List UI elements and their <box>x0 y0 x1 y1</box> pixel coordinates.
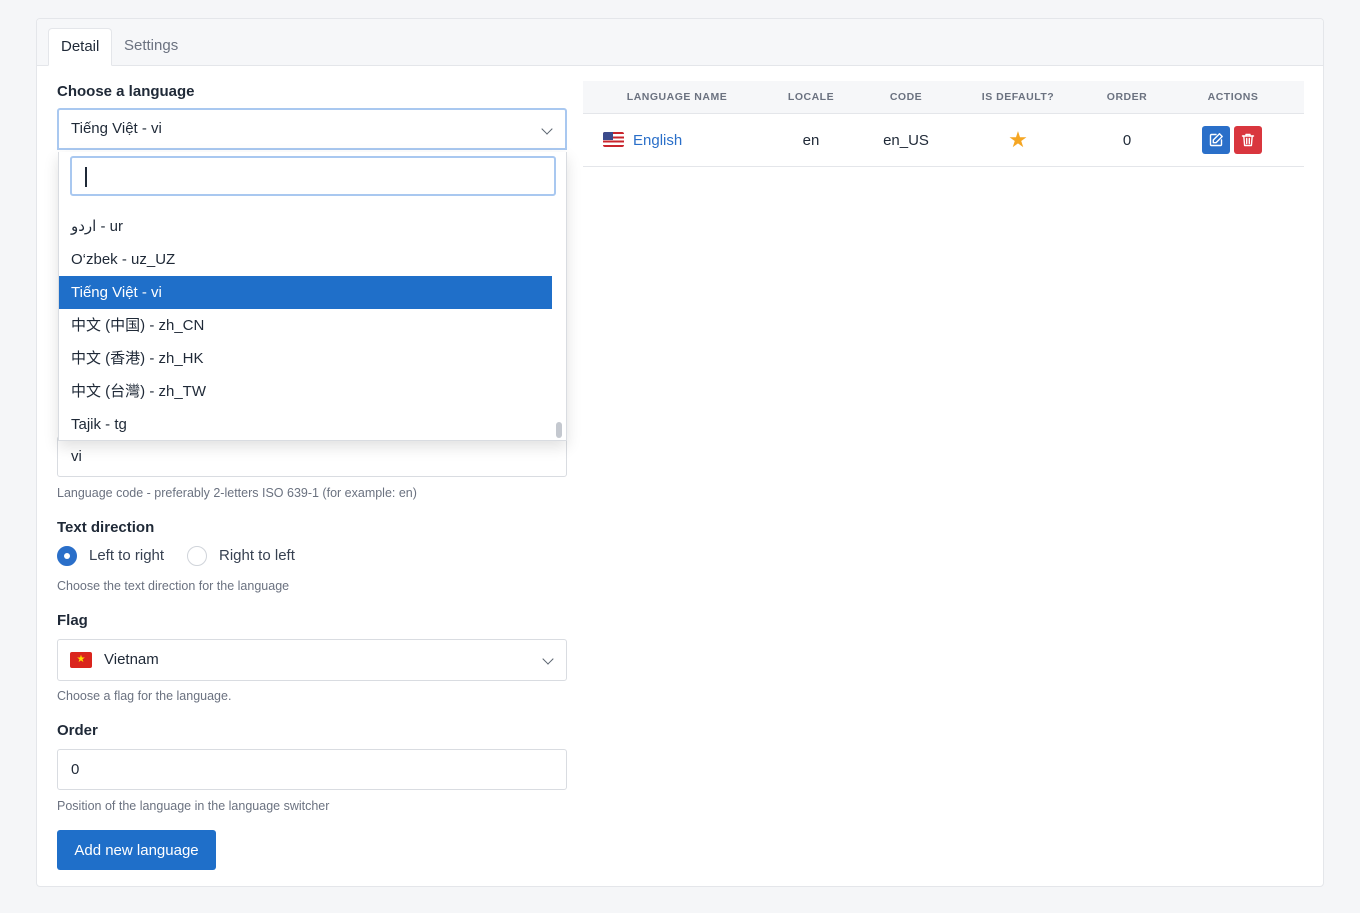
language-dropdown: اردو - ur O‘zbek - uz_UZ Tiếng Việt - vi… <box>58 152 567 441</box>
header-is-default[interactable]: Is default? <box>961 81 1075 114</box>
us-flag-icon <box>603 132 624 147</box>
vietnam-flag-icon: ★ <box>70 652 92 668</box>
radio-left-to-right[interactable] <box>57 546 77 566</box>
delete-button[interactable] <box>1234 126 1262 154</box>
header-language-name[interactable]: Language name <box>583 81 771 114</box>
table-header: Language name Locale Code Is default? Or… <box>583 81 1304 114</box>
order-hint: Position of the language in the language… <box>57 799 330 813</box>
chevron-down-icon[interactable] <box>542 653 554 665</box>
add-new-language-button[interactable]: Add new language <box>57 830 216 870</box>
header-locale[interactable]: Locale <box>771 81 851 114</box>
text-direction-label: Text direction <box>57 519 155 536</box>
order-input[interactable]: 0 <box>57 749 567 790</box>
flag-label: Flag <box>57 612 88 629</box>
choose-language-label: Choose a language <box>57 83 195 100</box>
dropdown-scrollbar[interactable] <box>556 422 562 438</box>
header-code[interactable]: Code <box>851 81 961 114</box>
star-icon[interactable]: ★ <box>1007 129 1029 151</box>
language-option-zh-cn[interactable]: 中文 (中国) - zh_CN <box>59 309 552 342</box>
language-option-zh-tw[interactable]: 中文 (台灣) - zh_TW <box>59 375 552 408</box>
table-row: English en en_US ★ 0 <box>583 114 1304 167</box>
language-options-list: اردو - ur O‘zbek - uz_UZ Tiếng Việt - vi… <box>59 210 552 440</box>
language-code-hint: Language code - preferably 2-letters ISO… <box>57 486 417 500</box>
language-option-zh-hk[interactable]: 中文 (香港) - zh_HK <box>59 342 552 375</box>
language-option-vi[interactable]: Tiếng Việt - vi <box>59 276 552 309</box>
right-to-left-label[interactable]: Right to left <box>219 547 295 564</box>
edit-icon <box>1209 133 1223 147</box>
locale-cell: en <box>802 132 820 149</box>
language-select[interactable]: Tiếng Việt - vi <box>57 108 567 150</box>
text-caret <box>85 167 87 187</box>
order-label: Order <box>57 722 98 739</box>
language-select-value: Tiếng Việt - vi <box>71 120 162 137</box>
header-order[interactable]: Order <box>1075 81 1179 114</box>
tab-settings[interactable]: Settings <box>112 28 190 66</box>
trash-icon <box>1241 133 1255 147</box>
language-option-tg[interactable]: Tajik - tg <box>59 408 552 440</box>
code-cell: en_US <box>883 132 929 149</box>
language-search-input[interactable] <box>70 156 556 196</box>
tab-bar: Detail Settings <box>37 19 1323 66</box>
languages-table: Language name Locale Code Is default? Or… <box>583 81 1304 167</box>
language-code-input[interactable]: vi <box>57 436 567 477</box>
flag-select-value: Vietnam <box>104 651 159 668</box>
language-panel: Detail Settings Choose a language Tiếng … <box>36 18 1324 887</box>
radio-right-to-left[interactable] <box>187 546 207 566</box>
left-to-right-label[interactable]: Left to right <box>89 547 164 564</box>
flag-select[interactable]: ★ Vietnam <box>57 639 567 681</box>
text-direction-hint: Choose the text direction for the langua… <box>57 579 290 593</box>
language-option-uz-uz[interactable]: O‘zbek - uz_UZ <box>59 243 552 276</box>
edit-button[interactable] <box>1202 126 1230 154</box>
tab-detail[interactable]: Detail <box>48 28 113 66</box>
order-cell: 0 <box>1122 132 1132 149</box>
chevron-down-icon[interactable] <box>541 123 553 135</box>
header-actions: Actions <box>1207 91 1259 103</box>
language-name-link[interactable]: English <box>633 114 682 167</box>
flag-hint: Choose a flag for the language. <box>57 689 232 703</box>
language-option-ur[interactable]: اردو - ur <box>59 210 552 243</box>
